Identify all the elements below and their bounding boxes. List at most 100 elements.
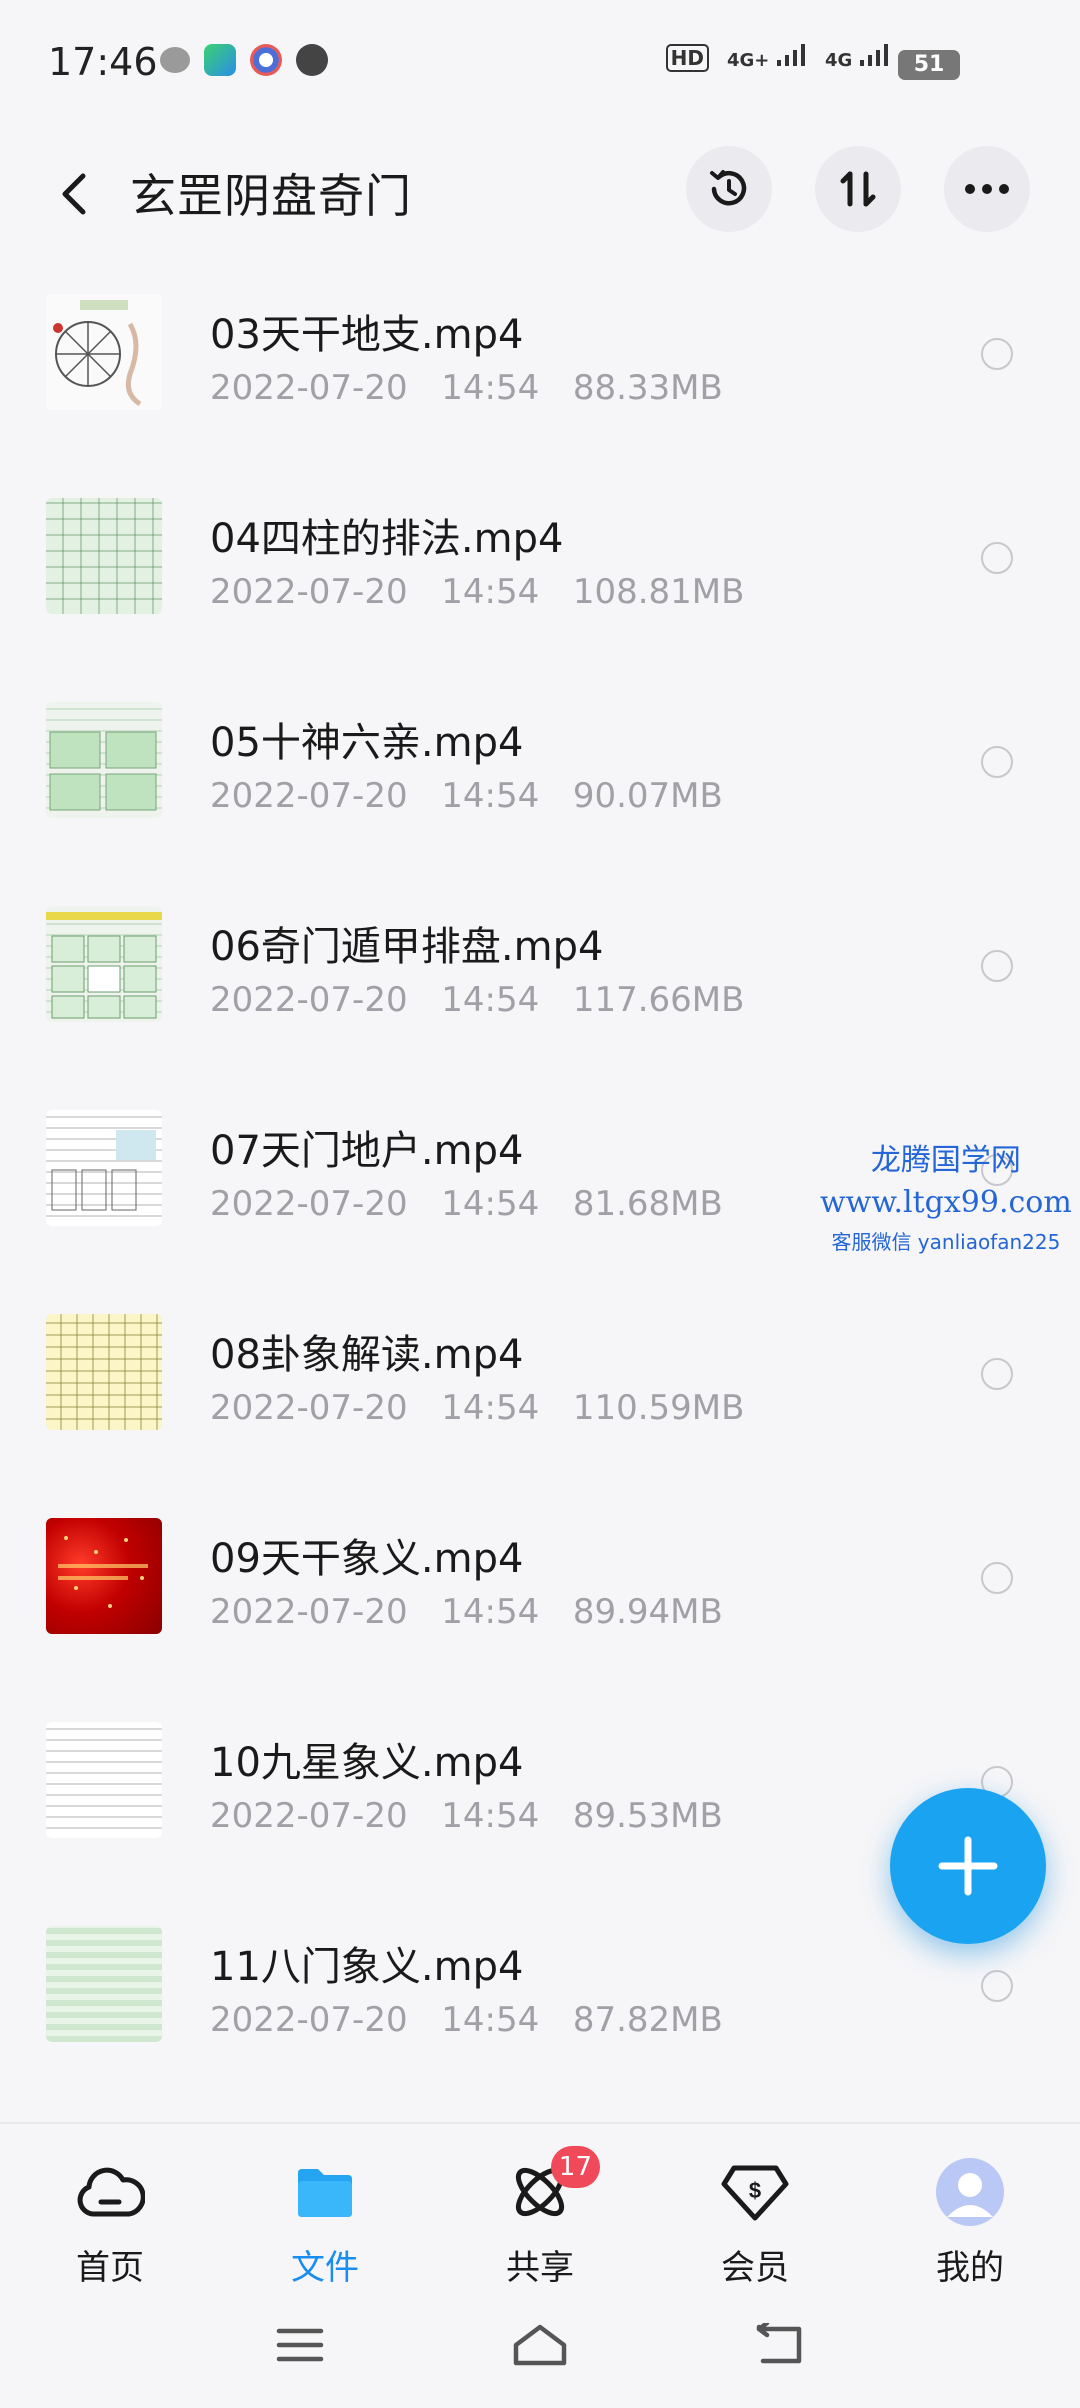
home-button[interactable]: [505, 2310, 575, 2380]
select-radio[interactable]: [981, 338, 1013, 370]
file-meta: 2022-07-20 14:54 89.53MB: [210, 1796, 723, 1836]
file-size: 108.81MB: [572, 572, 745, 612]
signal-bars-icon: [860, 44, 888, 66]
file-time: 14:54: [441, 776, 540, 816]
history-button[interactable]: [686, 146, 772, 232]
signal-icon-1: 4G+: [727, 44, 807, 72]
avatar: [936, 2158, 1004, 2226]
file-name: 10九星象义.mp4: [210, 1740, 524, 1786]
file-date: 2022-07-20: [210, 2000, 408, 2040]
select-radio[interactable]: [981, 1970, 1013, 2002]
file-time: 14:54: [441, 368, 540, 408]
file-thumbnail: [46, 294, 162, 410]
sort-icon: [840, 171, 876, 207]
file-date: 2022-07-20: [210, 776, 408, 816]
file-meta: 2022-07-20 14:54 89.94MB: [210, 1592, 723, 1632]
system-nav: [0, 2310, 1080, 2380]
nav-home[interactable]: 首页: [30, 2154, 190, 2304]
file-size: 87.82MB: [572, 2000, 723, 2040]
thumbnail-image: [58, 1536, 148, 1608]
back-button[interactable]: [44, 164, 104, 224]
history-icon: [710, 170, 747, 206]
file-date: 2022-07-20: [210, 1388, 408, 1428]
signal-icon-2: 4G: [825, 44, 890, 72]
file-name: 11八门象义.mp4: [210, 1944, 524, 1990]
file-date: 2022-07-20: [210, 368, 408, 408]
file-size: 88.33MB: [572, 368, 723, 408]
avatar-icon: [932, 2154, 1008, 2230]
file-date: 2022-07-20: [210, 572, 408, 612]
file-name: 07天门地户.mp4: [210, 1128, 524, 1174]
select-radio[interactable]: [981, 1562, 1013, 1594]
sort-button[interactable]: [815, 146, 901, 232]
file-name: 05十神六亲.mp4: [210, 720, 524, 766]
thumbnail-image: [46, 912, 162, 1019]
file-size: 117.66MB: [572, 980, 745, 1020]
file-meta: 2022-07-20 14:54 110.59MB: [210, 1388, 744, 1428]
file-row[interactable]: 06奇门遁甲排盘.mp4 2022-07-20 14:54 117.66MB: [0, 862, 1080, 1066]
file-row[interactable]: 08卦象解读.mp4 2022-07-20 14:54 110.59MB: [0, 1270, 1080, 1474]
file-time: 14:54: [441, 2000, 540, 2040]
watermark: 龙腾国学网 www.ltgx99.com 客服微信 yanliaofan225: [820, 1135, 1072, 1255]
file-row[interactable]: 03天干地支.mp4 2022-07-20 14:54 88.33MB: [0, 250, 1080, 454]
signal-bars-icon: [777, 44, 806, 66]
file-thumbnail: [46, 1518, 162, 1634]
wechat-icon: [160, 47, 190, 73]
file-name: 03天干地支.mp4: [210, 312, 524, 358]
more-button[interactable]: [944, 146, 1030, 232]
select-radio[interactable]: [981, 542, 1013, 574]
nav-files[interactable]: 文件: [245, 2154, 405, 2304]
header: 玄罡阴盘奇门: [0, 140, 1080, 250]
file-size: 89.94MB: [572, 1592, 723, 1632]
file-time: 14:54: [441, 572, 540, 612]
file-thumbnail: [46, 1110, 162, 1226]
file-thumbnail: [46, 498, 162, 614]
nav-vip[interactable]: $ 会员: [675, 2154, 835, 2304]
select-radio[interactable]: [981, 746, 1013, 778]
nav-share[interactable]: 共享 17: [460, 2146, 620, 2304]
file-meta: 2022-07-20 14:54 117.66MB: [210, 980, 744, 1020]
file-row[interactable]: 05十神六亲.mp4 2022-07-20 14:54 90.07MB: [0, 658, 1080, 862]
watermark-url: www.ltgx99.com: [820, 1185, 1072, 1220]
home-icon: [513, 2324, 567, 2366]
file-meta: 2022-07-20 14:54 108.81MB: [210, 572, 744, 612]
folder-shape: [298, 2169, 352, 2217]
net2-label: 4G: [825, 50, 853, 71]
file-name: 06奇门遁甲排盘.mp4: [210, 924, 604, 970]
nav-share-label: 共享: [506, 2248, 574, 2288]
nav-mine[interactable]: 我的: [890, 2154, 1050, 2304]
cloud-icon: [72, 2154, 148, 2230]
file-row[interactable]: 04四柱的排法.mp4 2022-07-20 14:54 108.81MB: [0, 454, 1080, 658]
select-radio[interactable]: [981, 1358, 1013, 1390]
file-time: 14:54: [441, 1184, 540, 1224]
help-icon: [296, 44, 328, 76]
more-icon: [965, 184, 1009, 194]
nav-home-label: 首页: [76, 2248, 144, 2288]
file-time: 14:54: [441, 980, 540, 1020]
file-size: 81.68MB: [572, 1184, 723, 1224]
menu-icon: [276, 2328, 324, 2362]
file-time: 14:54: [441, 1796, 540, 1836]
watermark-contact: 客服微信 yanliaofan225: [831, 1230, 1061, 1254]
watermark-site-name: 龙腾国学网: [870, 1143, 1021, 1178]
thumbnail-image: [51, 1130, 156, 1211]
back-system-button[interactable]: [745, 2310, 815, 2380]
recents-button[interactable]: [265, 2310, 335, 2380]
plus-icon: [938, 1836, 998, 1896]
file-name: 08卦象解读.mp4: [210, 1332, 524, 1378]
add-button[interactable]: [890, 1788, 1046, 1944]
share-badge: 17: [550, 2146, 600, 2188]
file-meta: 2022-07-20 14:54 81.68MB: [210, 1184, 723, 1224]
app-icon: [204, 44, 236, 76]
file-size: 90.07MB: [572, 776, 723, 816]
page-title: 玄罡阴盘奇门: [130, 169, 412, 223]
hd-icon: HD: [665, 44, 709, 72]
file-meta: 2022-07-20 14:54 87.82MB: [210, 2000, 723, 2040]
select-radio[interactable]: [981, 950, 1013, 982]
file-thumbnail: [46, 1314, 162, 1430]
file-time: 14:54: [441, 1592, 540, 1632]
file-meta: 2022-07-20 14:54 90.07MB: [210, 776, 723, 816]
file-row[interactable]: 09天干象义.mp4 2022-07-20 14:54 89.94MB: [0, 1474, 1080, 1678]
file-date: 2022-07-20: [210, 980, 408, 1020]
file-meta: 2022-07-20 14:54 88.33MB: [210, 368, 723, 408]
